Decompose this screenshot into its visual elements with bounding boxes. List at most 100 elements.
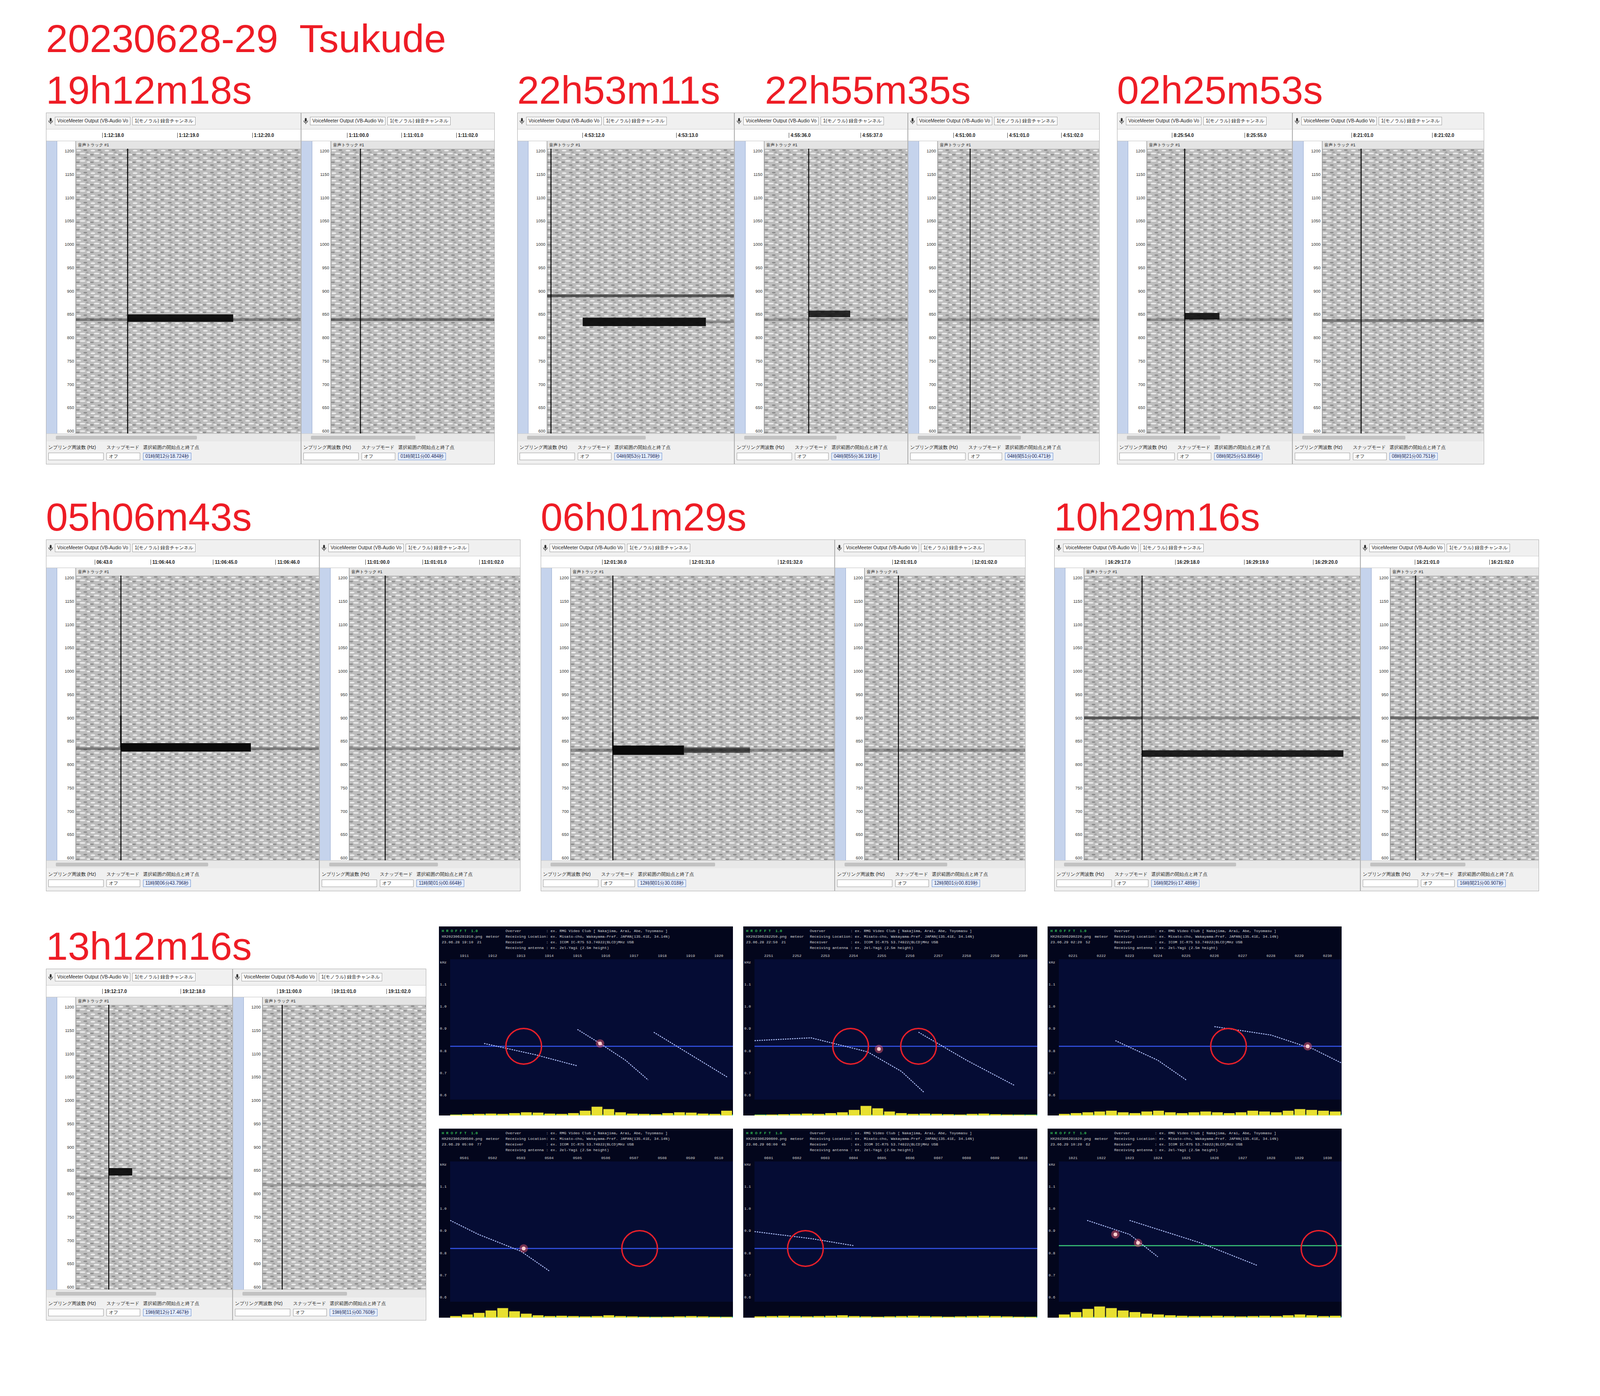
- track-name[interactable]: 音声トラック #1: [547, 141, 734, 149]
- snap-select[interactable]: オフ: [794, 452, 829, 461]
- time-ruler[interactable]: 8:25:54.08:25:55.0: [1117, 129, 1292, 142]
- horizontal-scrollbar[interactable]: [1054, 860, 1360, 868]
- selection-start-time[interactable]: 01時間12分18.724秒: [143, 452, 192, 461]
- sampling-select[interactable]: [1294, 452, 1351, 461]
- selection-start-time[interactable]: 12時間01分30.018秒: [637, 879, 687, 887]
- playback-cursor[interactable]: [1415, 575, 1417, 861]
- channel-select[interactable]: 1(モノラル) 録音チャンネル: [820, 116, 884, 126]
- track-name[interactable]: 音声トラック #1: [349, 567, 521, 576]
- spectrogram[interactable]: [1390, 575, 1539, 861]
- track-name[interactable]: 音声トラック #1: [75, 567, 319, 576]
- horizontal-scrollbar[interactable]: [908, 433, 1100, 442]
- snap-select[interactable]: オフ: [1177, 452, 1212, 461]
- playback-cursor[interactable]: [120, 575, 122, 861]
- track-name[interactable]: 音声トラック #1: [570, 567, 835, 576]
- playback-cursor[interactable]: [1141, 575, 1143, 861]
- spectrogram[interactable]: [262, 1004, 426, 1290]
- scroll-thumb[interactable]: [1064, 862, 1237, 867]
- track-name[interactable]: 音声トラック #1: [1390, 567, 1539, 576]
- track-name[interactable]: 音声トラック #1: [262, 996, 426, 1005]
- sampling-select[interactable]: [303, 452, 359, 461]
- track-name[interactable]: 音声トラック #1: [864, 567, 1026, 576]
- selection-start-time[interactable]: 19時間12分17.467秒: [143, 1308, 192, 1316]
- snap-select[interactable]: オフ: [293, 1308, 327, 1316]
- scroll-thumb[interactable]: [1302, 435, 1406, 440]
- device-select[interactable]: VoiceMeeter Output (VB-Audio Vo: [328, 543, 404, 552]
- scroll-thumb[interactable]: [1370, 862, 1466, 867]
- time-ruler[interactable]: 16:21:01.016:21:02.0: [1360, 556, 1539, 568]
- channel-select[interactable]: 1(モノラル) 録音チャンネル: [132, 543, 196, 552]
- snap-select[interactable]: オフ: [1420, 879, 1455, 887]
- selection-start-time[interactable]: 16時間21分00.907秒: [1457, 879, 1506, 887]
- track-name[interactable]: 音声トラック #1: [764, 141, 908, 149]
- time-ruler[interactable]: 11:01:00.011:01:01.011:01:02.0: [319, 556, 521, 568]
- track-control[interactable]: [1360, 567, 1372, 861]
- spectrogram[interactable]: [349, 575, 521, 861]
- playback-cursor[interactable]: [969, 148, 971, 434]
- device-select[interactable]: VoiceMeeter Output (VB-Audio Vo: [916, 116, 993, 126]
- time-ruler[interactable]: 8:21:01.08:21:02.0: [1292, 129, 1484, 142]
- playback-cursor[interactable]: [550, 148, 552, 434]
- track-control[interactable]: [541, 567, 552, 861]
- selection-start-time[interactable]: 11時間06分43.796秒: [143, 879, 191, 887]
- track-control[interactable]: [835, 567, 846, 861]
- scroll-thumb[interactable]: [844, 862, 948, 867]
- track-name[interactable]: 音声トラック #1: [75, 996, 233, 1005]
- spectrogram[interactable]: [764, 148, 908, 434]
- playback-cursor[interactable]: [612, 575, 614, 861]
- channel-select[interactable]: 1(モノラル) 録音チャンネル: [318, 972, 383, 982]
- sampling-select[interactable]: [1362, 879, 1419, 887]
- scroll-thumb[interactable]: [242, 1291, 348, 1296]
- channel-select[interactable]: 1(モノラル) 録音チャンネル: [920, 543, 985, 552]
- device-select[interactable]: VoiceMeeter Output (VB-Audio Vo: [1063, 543, 1139, 552]
- selection-start-time[interactable]: 11時間01分00.664秒: [416, 879, 465, 887]
- device-select[interactable]: VoiceMeeter Output (VB-Audio Vo: [1125, 116, 1202, 126]
- selection-start-time[interactable]: 16時間29分17.489秒: [1151, 879, 1200, 887]
- time-ruler[interactable]: 1:12:18.01:12:19.01:12:20.0: [46, 129, 301, 142]
- channel-select[interactable]: 1(モノラル) 録音チャンネル: [994, 116, 1058, 126]
- scroll-thumb[interactable]: [55, 435, 197, 440]
- track-control[interactable]: [301, 141, 313, 434]
- track-control[interactable]: [319, 567, 331, 861]
- horizontal-scrollbar[interactable]: [734, 433, 908, 442]
- horizontal-scrollbar[interactable]: [46, 433, 301, 442]
- sampling-select[interactable]: [1119, 452, 1175, 461]
- time-ruler[interactable]: 4:55:36.04:55:37.0: [734, 129, 908, 142]
- time-ruler[interactable]: 06:43.011:06:44.011:06:45.011:06:46.0: [46, 556, 319, 568]
- channel-select[interactable]: 1(モノラル) 録音チャンネル: [1378, 116, 1442, 126]
- device-select[interactable]: VoiceMeeter Output (VB-Audio Vo: [241, 972, 317, 982]
- snap-select[interactable]: オフ: [106, 452, 141, 461]
- track-control[interactable]: [1054, 567, 1066, 861]
- scroll-thumb[interactable]: [55, 1291, 157, 1296]
- channel-select[interactable]: 1(モノラル) 録音チャンネル: [132, 972, 196, 982]
- track-control[interactable]: [1117, 141, 1129, 434]
- device-select[interactable]: VoiceMeeter Output (VB-Audio Vo: [526, 116, 602, 126]
- spectrogram[interactable]: [75, 148, 301, 434]
- device-select[interactable]: VoiceMeeter Output (VB-Audio Vo: [309, 116, 386, 126]
- snap-select[interactable]: オフ: [379, 879, 414, 887]
- track-control[interactable]: [908, 141, 920, 434]
- snap-select[interactable]: オフ: [601, 879, 635, 887]
- device-select[interactable]: VoiceMeeter Output (VB-Audio Vo: [1301, 116, 1377, 126]
- time-ruler[interactable]: 4:51:00.04:51:01.04:51:02.0: [908, 129, 1100, 142]
- track-control[interactable]: [517, 141, 529, 434]
- horizontal-scrollbar[interactable]: [301, 433, 495, 442]
- spectrogram[interactable]: [864, 575, 1026, 861]
- scroll-thumb[interactable]: [917, 435, 1021, 440]
- track-control[interactable]: [46, 141, 58, 434]
- scroll-thumb[interactable]: [1126, 435, 1221, 440]
- device-select[interactable]: VoiceMeeter Output (VB-Audio Vo: [1369, 543, 1445, 552]
- device-select[interactable]: VoiceMeeter Output (VB-Audio Vo: [743, 116, 819, 126]
- channel-select[interactable]: 1(モノラル) 録音チャンネル: [132, 116, 196, 126]
- track-name[interactable]: 音声トラック #1: [331, 141, 495, 149]
- spectrogram[interactable]: [937, 148, 1100, 434]
- track-name[interactable]: 音声トラック #1: [1322, 141, 1484, 149]
- selection-start-time[interactable]: 04時間55分36.191秒: [831, 452, 880, 461]
- playback-cursor[interactable]: [360, 148, 362, 434]
- snap-select[interactable]: オフ: [361, 452, 396, 461]
- sampling-select[interactable]: [48, 452, 104, 461]
- scroll-thumb[interactable]: [744, 435, 837, 440]
- scroll-thumb[interactable]: [55, 862, 209, 867]
- horizontal-scrollbar[interactable]: [1292, 433, 1484, 442]
- scroll-thumb[interactable]: [310, 435, 416, 440]
